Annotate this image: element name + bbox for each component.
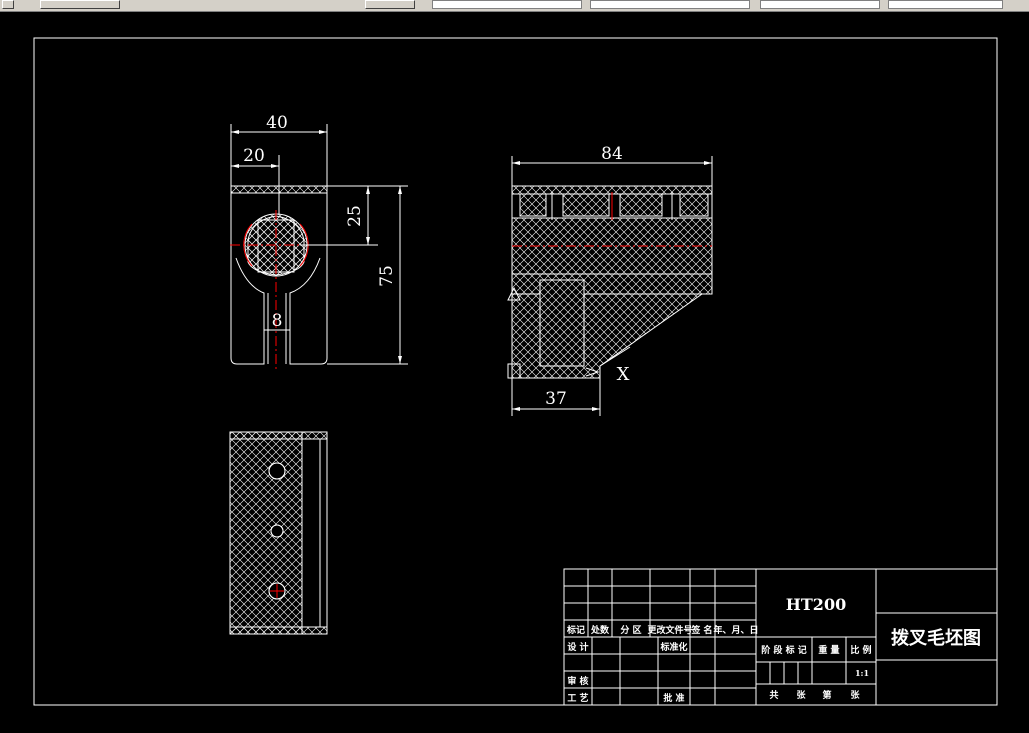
linetype-dropdown[interactable] [760,0,880,9]
sheet-unit2-label: 张 [850,689,860,701]
dim-side-base: 37 [545,389,567,409]
dim-front-width: 40 [266,113,288,133]
process-label: 工 艺 [567,692,588,704]
standardize-label: 标准化 [659,641,687,653]
toolbar-button[interactable] [365,0,415,9]
design-label: 设 计 [567,641,588,653]
rev-header-signature: 签 名 [690,624,712,636]
sheet-no-label: 第 [822,689,831,701]
drawing-name: 拨叉毛坯图 [891,627,981,649]
sheet-total-label: 共 [769,689,778,701]
toolbar [0,0,1029,12]
dim-front-half-width: 20 [243,146,265,166]
scale-value: 1:1 [855,668,869,678]
section-mark: X [617,364,630,385]
rev-header-count: 处数 [590,624,610,636]
plan-view [229,431,328,635]
sheet-unit-label: 张 [796,689,806,701]
dim-bore-offset: 25 [345,205,365,227]
rev-header-zone: 分 区 [620,624,641,636]
dim-slot-width: 8 [272,311,283,331]
toolbar-button[interactable] [40,0,120,9]
weight-label: 重 量 [818,644,839,656]
toolbar-button[interactable] [2,0,14,9]
side-view [507,185,713,379]
material-label: HT200 [786,595,846,614]
color-dropdown[interactable] [590,0,750,9]
lineweight-dropdown[interactable] [888,0,1003,9]
stage-mark-label: 阶 段 标 记 [761,644,806,656]
review-label: 审 核 [567,675,588,687]
approve-label: 批 准 [663,692,684,704]
layer-dropdown[interactable] [432,0,582,9]
rev-header-mark: 标记 [566,624,585,636]
dim-front-height: 75 [377,265,397,287]
rev-header-date: 年、月、日 [713,624,758,636]
cad-drawing: 40 20 25 75 8 X 84 37 HT200 拨叉毛坯图 1:1 标记… [33,37,998,706]
rev-header-docno: 更改文件号 [647,624,692,636]
dim-side-length: 84 [601,144,623,164]
drawing-canvas[interactable]: 40 20 25 75 8 X 84 37 HT200 拨叉毛坯图 1:1 标记… [0,12,1029,733]
scale-label: 比 例 [850,644,871,656]
